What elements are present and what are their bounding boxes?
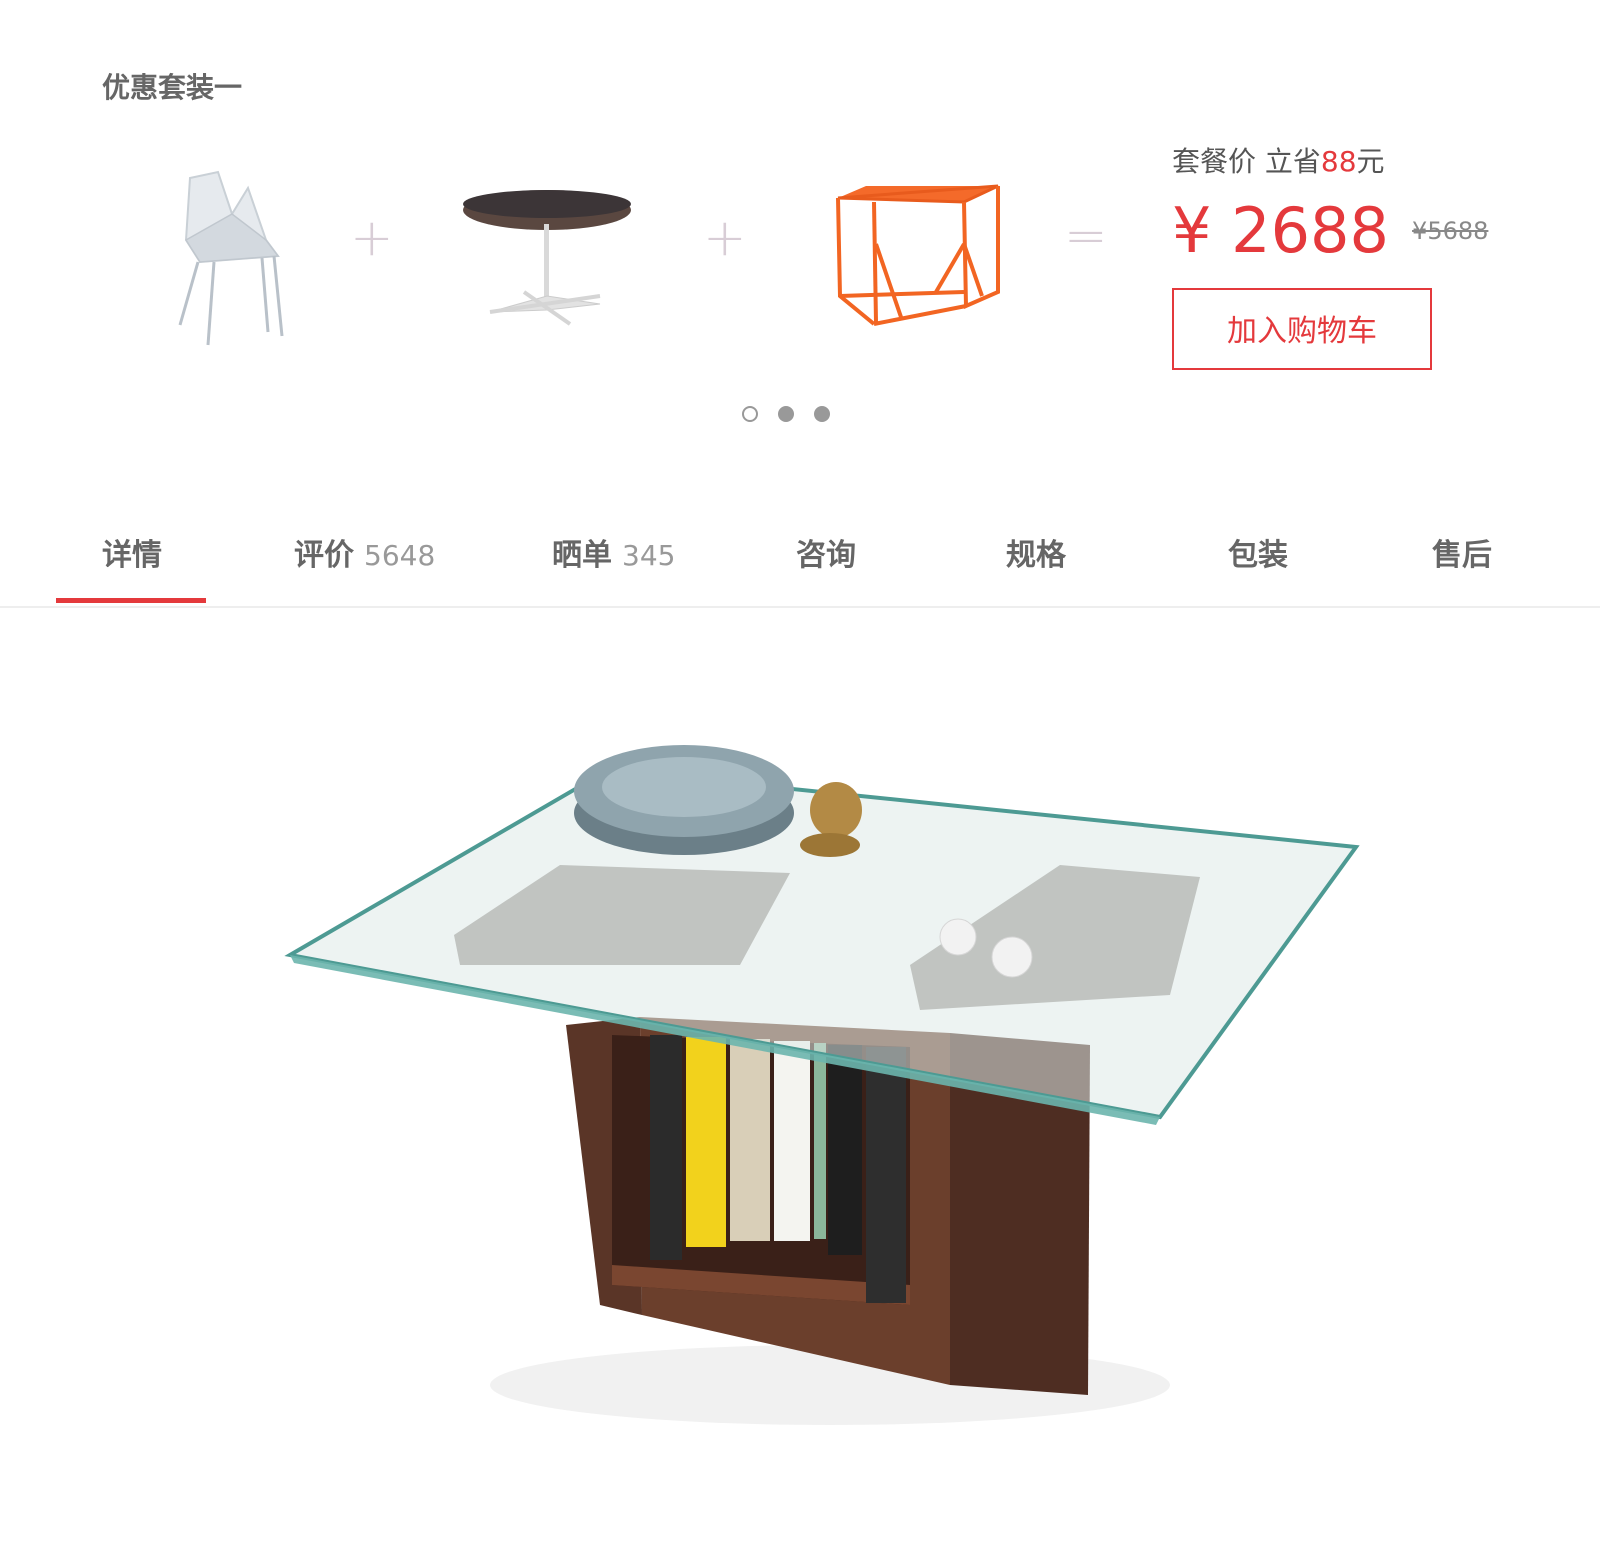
plus-operator-2: + bbox=[703, 208, 747, 268]
price-row: ¥ 2688 ¥5688 bbox=[1172, 194, 1552, 278]
product-side-table-image[interactable] bbox=[832, 184, 1004, 332]
tab-packaging-label: 包装 bbox=[1228, 538, 1288, 573]
product-chair-image[interactable] bbox=[170, 170, 300, 355]
add-to-cart-button[interactable]: 加入购物车 bbox=[1172, 288, 1432, 370]
tab-details[interactable]: 详情 bbox=[102, 530, 162, 574]
save-amount: 88 bbox=[1320, 145, 1357, 178]
active-tab-indicator bbox=[56, 598, 206, 603]
tab-specs[interactable]: 规格 bbox=[1006, 530, 1066, 574]
tab-consult-label: 咨询 bbox=[796, 538, 856, 573]
bundle-title: 优惠套装一 bbox=[102, 71, 243, 104]
carousel-dot-3[interactable] bbox=[814, 406, 830, 422]
bundle-price: ¥ 2688 bbox=[1172, 194, 1389, 267]
tab-reviews-count: 5648 bbox=[364, 539, 436, 572]
tab-after-sales[interactable]: 售后 bbox=[1432, 530, 1492, 574]
product-round-table-image[interactable] bbox=[460, 186, 634, 326]
bundle-price-panel: 套餐价 立省88元 ¥ 2688 ¥5688 加入购物车 bbox=[1172, 140, 1552, 370]
tab-details-label: 详情 bbox=[102, 538, 162, 573]
carousel-dot-1[interactable] bbox=[742, 406, 758, 422]
tab-after-sales-label: 售后 bbox=[1432, 538, 1492, 573]
tab-reviews-label: 评价 bbox=[294, 538, 354, 573]
tab-show-orders-label: 晒单 bbox=[552, 538, 612, 573]
tab-show-orders-count: 345 bbox=[622, 539, 676, 572]
tab-reviews[interactable]: 评价 5648 bbox=[294, 530, 435, 574]
bundle-price-label: 套餐价 立省88元 bbox=[1172, 140, 1552, 180]
hero-product-image bbox=[270, 665, 1380, 1545]
detail-tabs: 详情 评价 5648 晒单 345 咨询 规格 包装 售后 bbox=[0, 500, 1600, 608]
plus-operator-1: + bbox=[350, 208, 394, 268]
carousel-dots bbox=[742, 406, 830, 422]
tab-packaging[interactable]: 包装 bbox=[1228, 530, 1288, 574]
tab-specs-label: 规格 bbox=[1006, 538, 1066, 573]
carousel-dot-2[interactable] bbox=[778, 406, 794, 422]
save-unit: 元 bbox=[1356, 145, 1385, 178]
tab-show-orders[interactable]: 晒单 345 bbox=[552, 530, 675, 574]
original-price: ¥5688 bbox=[1412, 216, 1489, 245]
equals-operator: = bbox=[1064, 206, 1108, 266]
price-label-text: 套餐价 立省 bbox=[1172, 145, 1321, 178]
tab-consult[interactable]: 咨询 bbox=[796, 530, 856, 574]
